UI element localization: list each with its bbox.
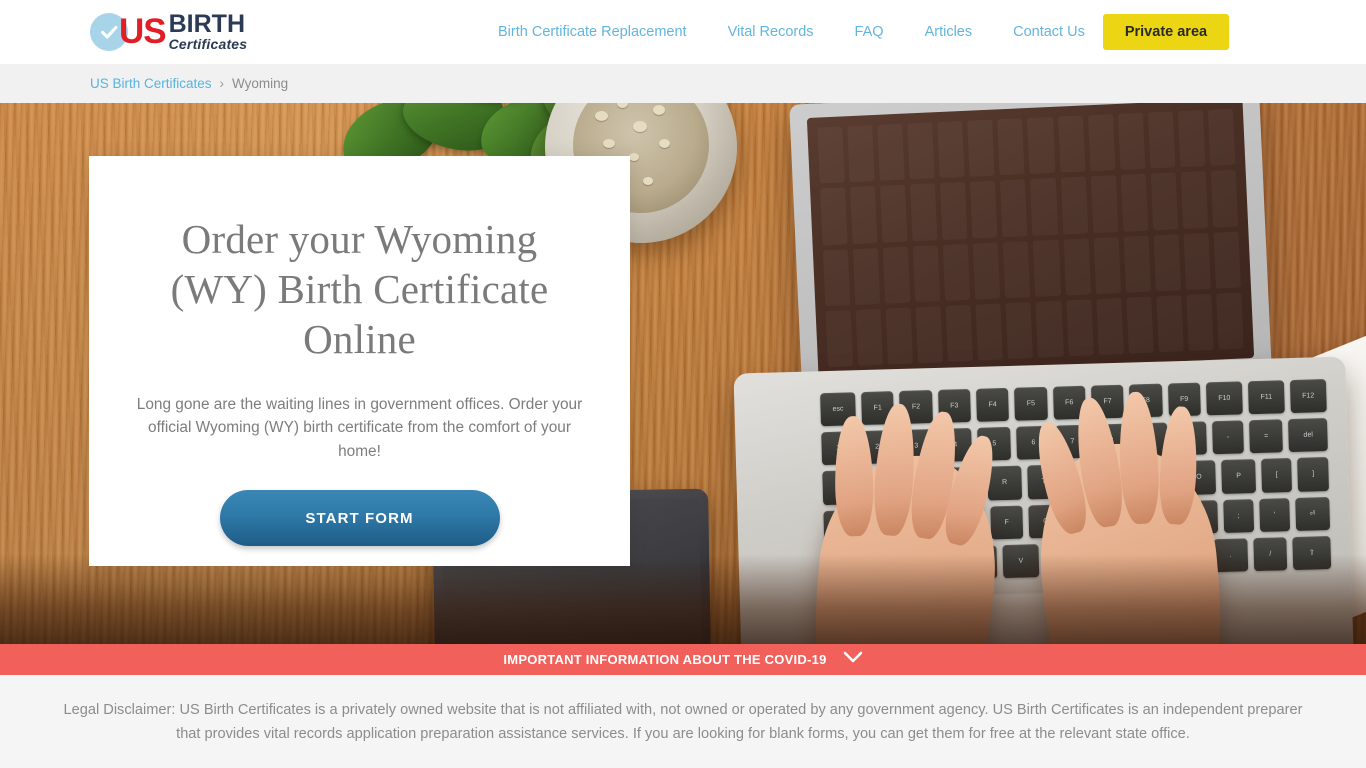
legal-disclaimer: Legal Disclaimer: US Birth Certificates … xyxy=(0,675,1366,768)
breadcrumb-current: Wyoming xyxy=(232,76,289,91)
hero-subtitle: Long gone are the waiting lines in gover… xyxy=(136,396,583,460)
hero-card: Order your Wyoming (WY) Birth Certificat… xyxy=(89,156,630,566)
breadcrumb-home-link[interactable]: US Birth Certificates xyxy=(90,76,212,91)
covid-info-banner[interactable]: IMPORTANT INFORMATION ABOUT THE COVID-19 xyxy=(0,644,1366,675)
hero-section: escF1F2F3 F4F5F6F7 F8F9F10F11 F12 1234 5… xyxy=(0,103,1366,644)
logo-wordmark: BIRTH Certificates xyxy=(168,9,248,53)
logo-certificates-text: Certificates xyxy=(168,36,248,53)
main-navigation: Birth Certificate Replacement Vital Reco… xyxy=(498,0,1230,64)
nav-item-birth-certificate-replacement[interactable]: Birth Certificate Replacement xyxy=(498,24,687,40)
page-title: Order your Wyoming (WY) Birth Certificat… xyxy=(170,216,549,363)
chevron-down-icon[interactable] xyxy=(843,651,863,669)
logo-us-text: US xyxy=(119,12,167,52)
site-header: US BIRTH Certificates Birth Certificate … xyxy=(0,0,1366,64)
nav-item-faq[interactable]: FAQ xyxy=(855,24,884,40)
breadcrumb: US Birth Certificates › Wyoming xyxy=(0,64,1366,103)
nav-item-articles[interactable]: Articles xyxy=(925,24,973,40)
site-logo[interactable]: US BIRTH Certificates xyxy=(90,9,248,53)
start-form-button[interactable]: START FORM xyxy=(219,490,500,547)
hero-bottom-shadow xyxy=(0,554,1366,644)
private-area-button[interactable]: Private area xyxy=(1102,14,1230,50)
nav-item-contact-us[interactable]: Contact Us xyxy=(1013,24,1085,40)
covid-banner-text: IMPORTANT INFORMATION ABOUT THE COVID-19 xyxy=(503,652,827,667)
breadcrumb-separator: › xyxy=(219,76,225,91)
screen-reflection xyxy=(817,109,1243,368)
laptop-display xyxy=(806,103,1255,378)
legal-disclaimer-text: Legal Disclaimer: US Birth Certificates … xyxy=(63,702,1303,742)
nav-item-vital-records[interactable]: Vital Records xyxy=(728,24,814,40)
logo-birth-text: BIRTH xyxy=(168,9,246,38)
